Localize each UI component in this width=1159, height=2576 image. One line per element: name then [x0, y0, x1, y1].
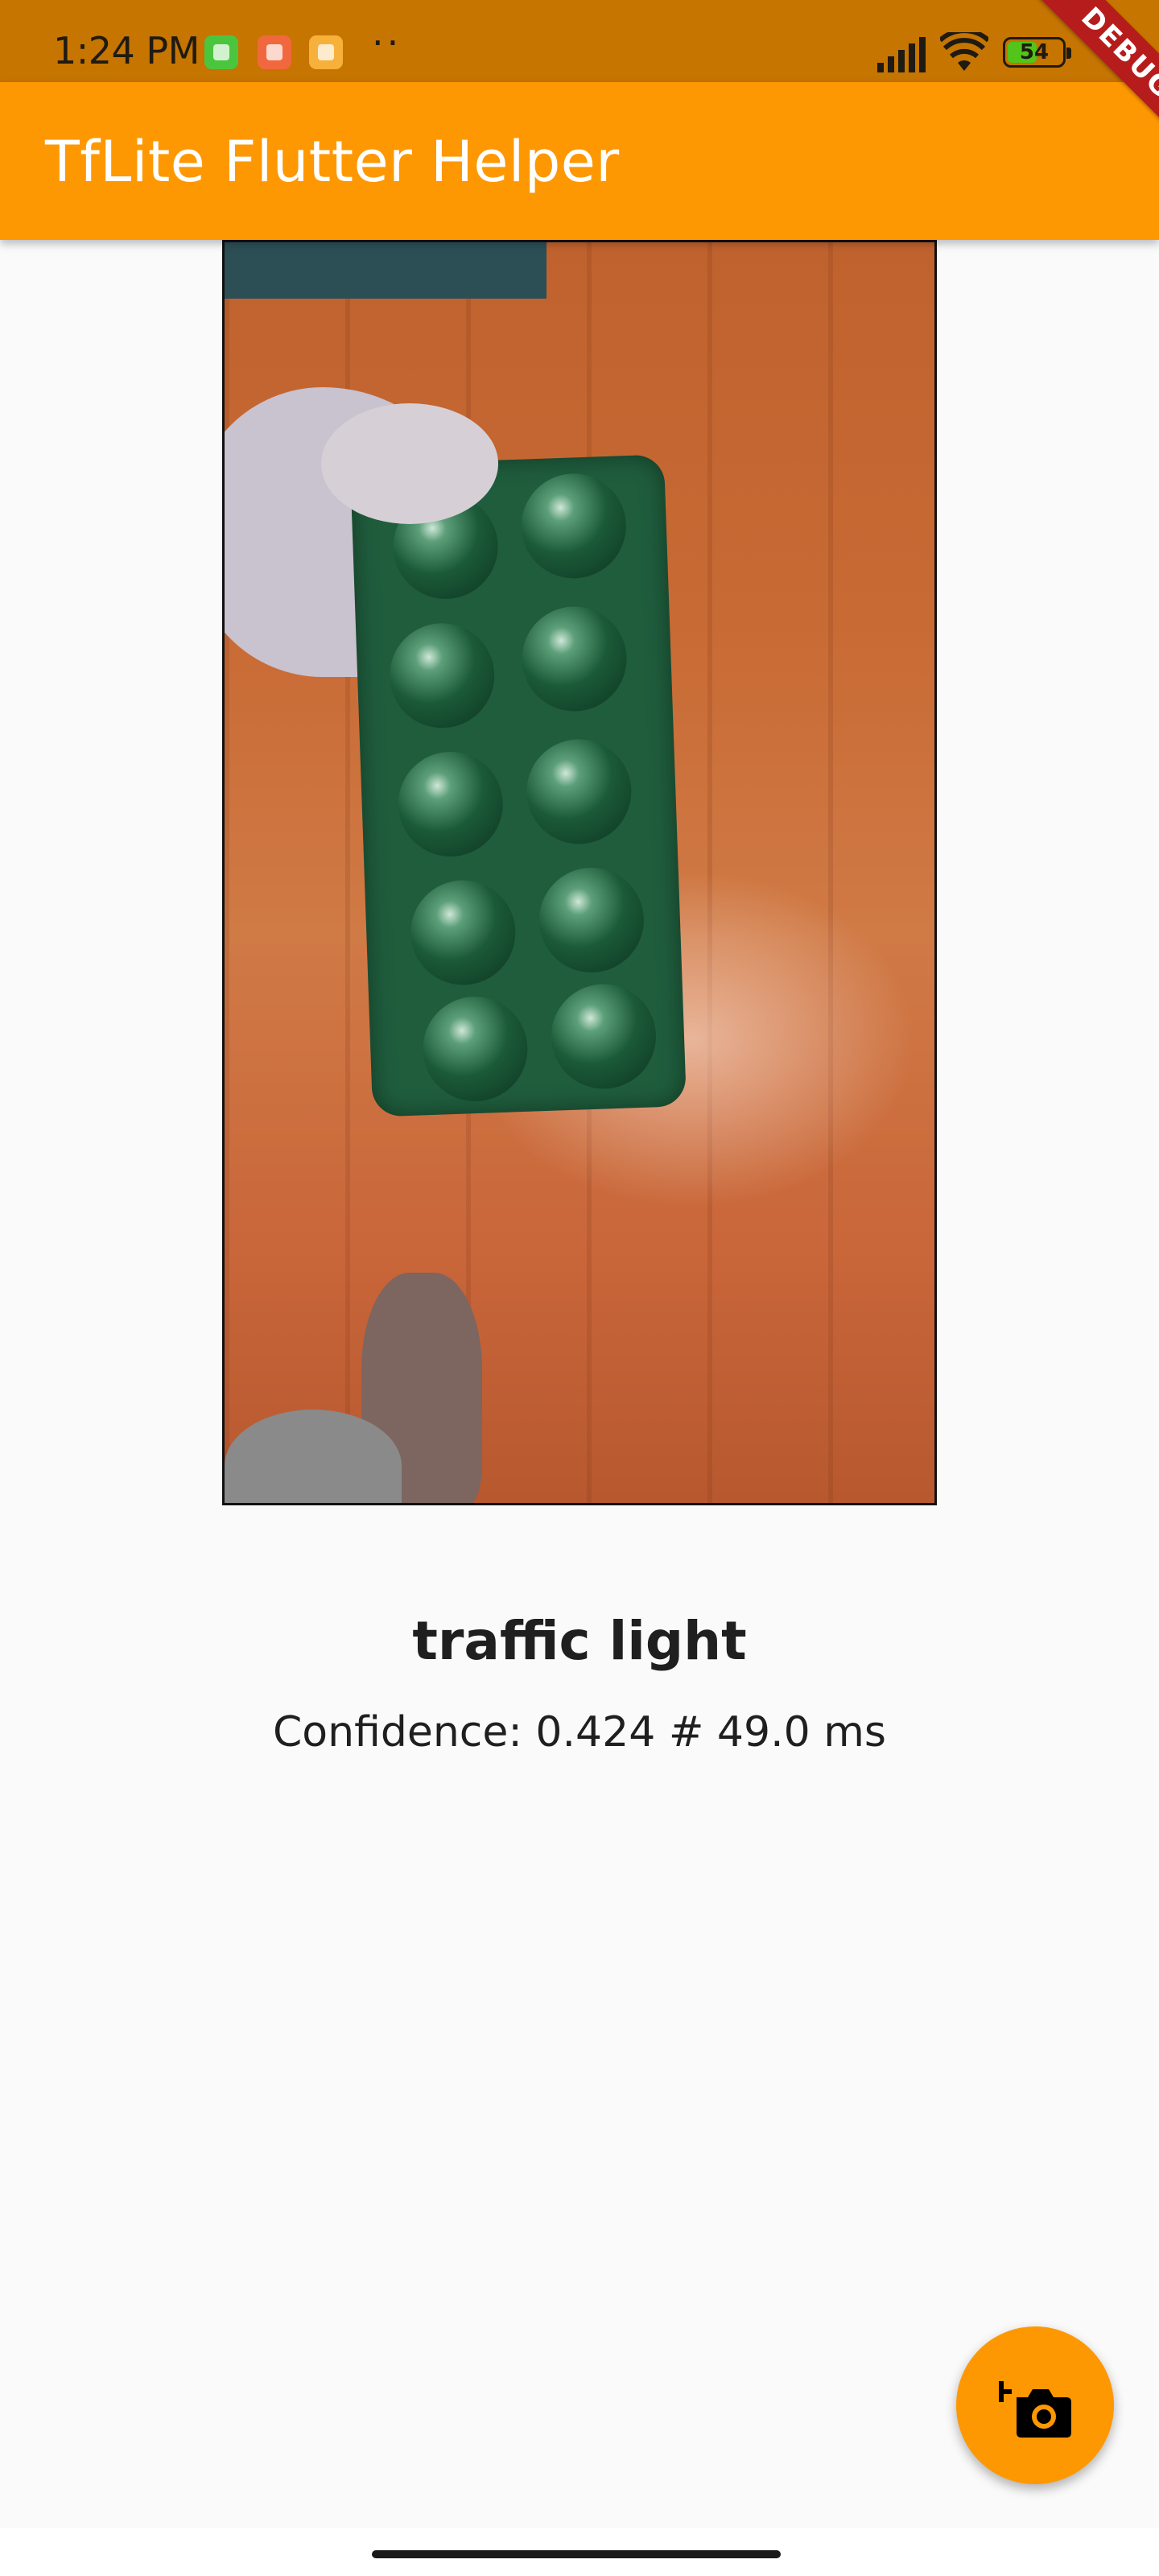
- app-bar: TfLite Flutter Helper: [0, 82, 1159, 240]
- add-photo-button[interactable]: [956, 2326, 1114, 2484]
- result-confidence: Confidence: 0.424 # 49.0 ms: [273, 1708, 886, 1757]
- status-time: 1:24 PM: [53, 29, 200, 72]
- notification-app-icon: [258, 35, 291, 69]
- battery-level: 54: [1019, 40, 1050, 64]
- captured-photo: [222, 240, 937, 1505]
- notification-app-icon: [309, 35, 343, 69]
- home-indicator[interactable]: [372, 2550, 781, 2558]
- status-bar: 1:24 PM ·· 54: [0, 0, 1159, 82]
- battery-icon: 54: [1003, 37, 1071, 68]
- app-title: TfLite Flutter Helper: [45, 129, 620, 195]
- result-label: traffic light: [412, 1610, 747, 1672]
- system-navigation-bar: [0, 2528, 1159, 2576]
- add-a-photo-icon: [999, 2381, 1071, 2438]
- signal-icon: [877, 37, 926, 72]
- more-notifications-indicator: ··: [372, 21, 402, 64]
- notification-app-icon: [204, 35, 238, 69]
- wifi-icon: [940, 32, 988, 71]
